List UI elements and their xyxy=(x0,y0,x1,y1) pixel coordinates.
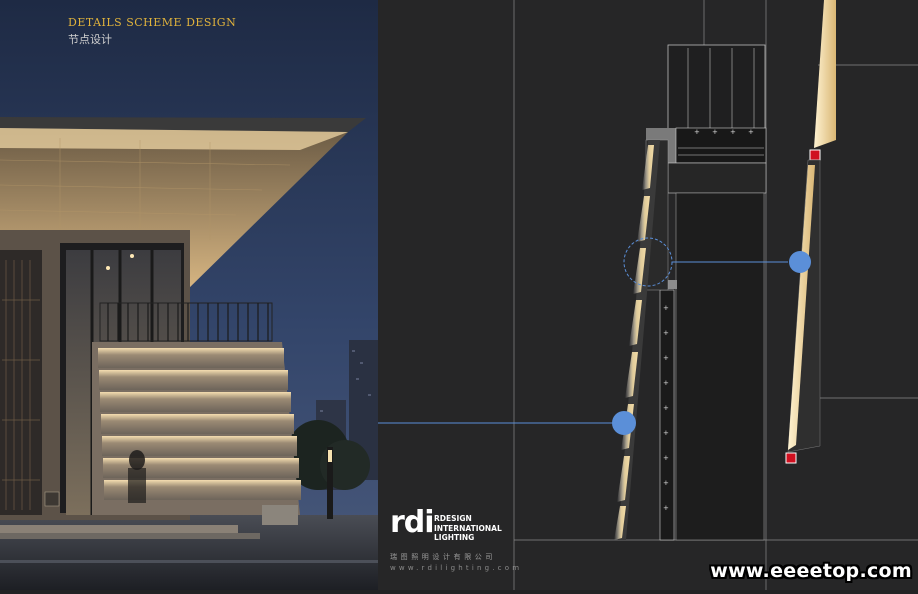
svg-text:+: + xyxy=(730,128,736,136)
company-website: www.rdilighting.com xyxy=(390,564,523,572)
svg-text:+: + xyxy=(748,128,754,136)
company-name-chinese: 瑞图照明设计有限公司 xyxy=(390,553,496,561)
watermark: www.eeeetop.com xyxy=(710,560,912,582)
heading-chinese: 节点设计 xyxy=(68,33,112,46)
logo-line-3: LIGHTING xyxy=(434,533,475,542)
svg-text:+: + xyxy=(663,379,669,387)
building-rendering xyxy=(0,0,378,590)
slide: + + + + + + + + + + + + + DETAILS SCHEME… xyxy=(0,0,918,590)
svg-text:+: + xyxy=(694,128,700,136)
rendering-illustration xyxy=(0,0,378,590)
svg-text:+: + xyxy=(663,354,669,362)
heading-english: DETAILS SCHEME DESIGN xyxy=(68,16,237,29)
svg-text:+: + xyxy=(663,504,669,512)
svg-text:+: + xyxy=(663,429,669,437)
svg-text:+: + xyxy=(712,128,718,136)
svg-text:+: + xyxy=(663,479,669,487)
svg-text:+: + xyxy=(663,329,669,337)
svg-text:+: + xyxy=(663,454,669,462)
logo-line-1: RDESIGN xyxy=(434,514,472,523)
section-detail-svg: + + + + + + + + + + + + + xyxy=(378,0,918,590)
logo-line-2: INTERNATIONAL xyxy=(434,523,502,533)
logo-mark: rdi xyxy=(390,505,435,540)
detail-drawing: + + + + + + + + + + + + + xyxy=(378,0,918,590)
svg-text:+: + xyxy=(663,304,669,312)
logo-wordmark: RDESIGN INTERNATIONAL LIGHTING xyxy=(434,514,514,543)
svg-text:+: + xyxy=(663,404,669,412)
